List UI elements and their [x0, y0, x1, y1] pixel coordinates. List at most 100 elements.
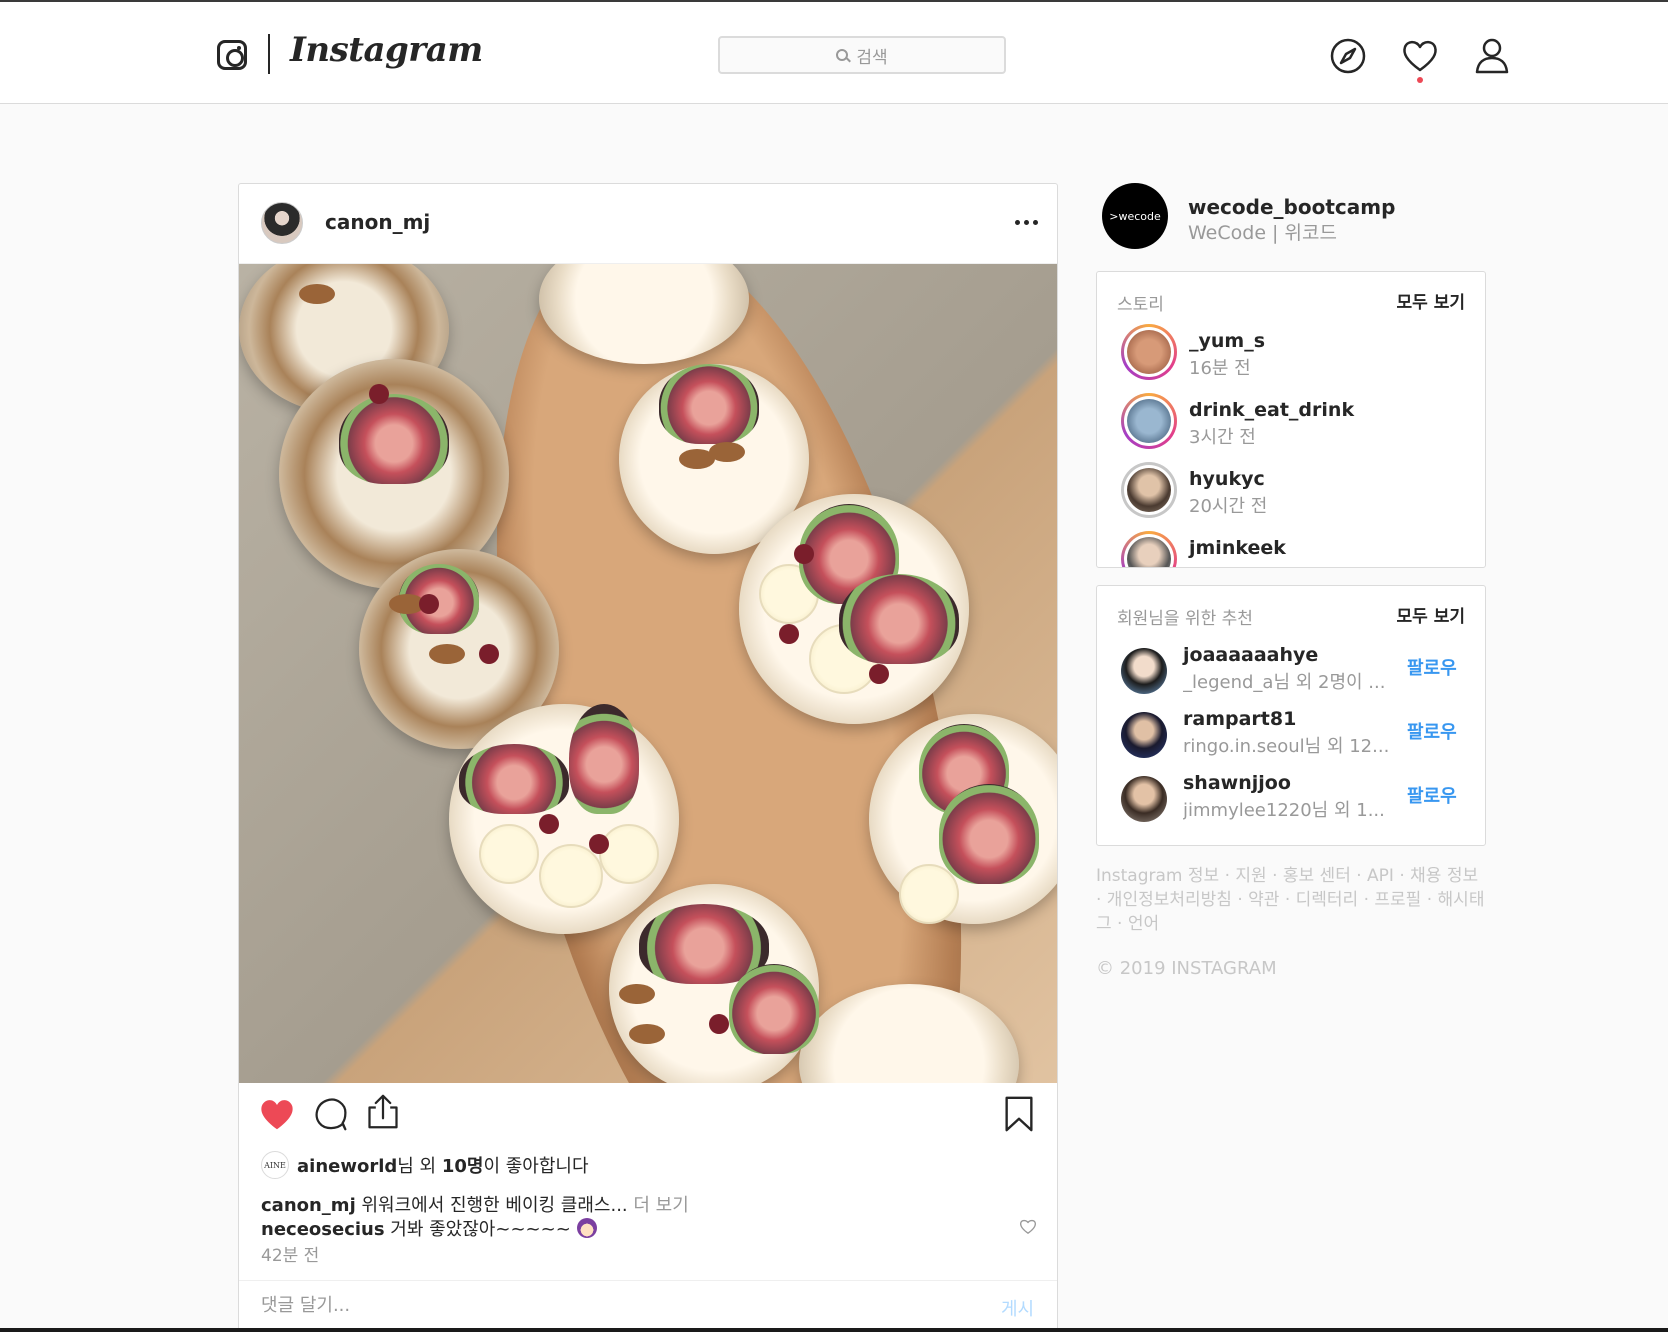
suggestions-view-all[interactable]: 모두 보기	[1397, 602, 1465, 627]
story-username: _yum_s	[1189, 330, 1266, 352]
comment-item: neceosecius 거봐 좋았잖아~~~~~	[261, 1215, 597, 1241]
caption-text: 위워크에서 진행한 베이킹 클래스...	[355, 1195, 628, 1216]
almond	[429, 644, 465, 664]
fig-slice	[939, 784, 1039, 884]
comment-text: 거봐 좋았잖아~~~~~	[384, 1219, 571, 1240]
fig-slice	[569, 704, 639, 814]
suggestion-avatar[interactable]	[1121, 648, 1167, 694]
fig-slice	[459, 744, 569, 814]
cranberry	[779, 624, 799, 644]
likes-text-a: 님 외	[397, 1156, 442, 1177]
cranberry	[794, 544, 814, 564]
post-author-avatar[interactable]	[261, 202, 303, 244]
almond	[709, 442, 745, 462]
top-navbar: Instagram 검색	[0, 2, 1668, 104]
story-item[interactable]: jminkeek	[1121, 531, 1461, 567]
story-ring	[1121, 531, 1177, 567]
almond	[299, 284, 335, 304]
heart-activity-icon[interactable]	[1400, 36, 1440, 76]
caption-more-link[interactable]: 더 보기	[628, 1195, 688, 1216]
banana-slice	[479, 824, 539, 884]
instagram-wordmark[interactable]: Instagram	[290, 30, 483, 70]
comment-icon[interactable]	[313, 1097, 349, 1131]
story-avatar	[1127, 330, 1171, 374]
add-comment-bar: 게시	[239, 1280, 1057, 1331]
suggestions-panel: 회원님을 위한 추천 모두 보기 joaaaaaahye _legend_a님 …	[1096, 585, 1486, 846]
compass-icon[interactable]	[1328, 36, 1368, 76]
suggestion-avatar[interactable]	[1121, 712, 1167, 758]
story-avatar	[1127, 468, 1171, 512]
search-placeholder: 검색	[856, 47, 888, 68]
post-timestamp[interactable]: 42분 전	[261, 1241, 319, 1266]
suggestion-username[interactable]: joaaaaaahye	[1183, 644, 1318, 666]
post-actions: AINE aineworld님 외 10명이 좋아합니다 canon_mj 위워…	[239, 1083, 1057, 1331]
suggestion-item: joaaaaaahye _legend_a님 외 2명이 ... 팔로우	[1121, 642, 1471, 698]
follow-button[interactable]: 팔로우	[1407, 654, 1457, 680]
post-header: canon_mj	[239, 184, 1057, 264]
comment-like-heart-icon[interactable]	[1019, 1219, 1037, 1235]
notification-dot	[1417, 77, 1423, 83]
cranberry	[869, 664, 889, 684]
suggestion-username[interactable]: rampart81	[1183, 708, 1296, 730]
footer-links[interactable]: Instagram 정보 · 지원 · 홍보 센터 · API · 채용 정보 …	[1096, 864, 1486, 936]
cranberry	[369, 384, 389, 404]
post-caption: canon_mj 위워크에서 진행한 베이킹 클래스... 더 보기	[261, 1191, 689, 1217]
fig-slice	[339, 394, 449, 484]
suggestion-item: rampart81 ringo.in.seoul님 외 12... 팔로우	[1121, 706, 1471, 762]
story-username: hyukyc	[1189, 468, 1265, 490]
my-username[interactable]: wecode_bootcamp	[1188, 195, 1395, 219]
story-time: 3시간 전	[1189, 427, 1256, 448]
banana-slice	[599, 824, 659, 884]
fig-slice	[659, 364, 759, 444]
search-box[interactable]: 검색	[718, 36, 1006, 74]
copyright: © 2019 INSTAGRAM	[1096, 958, 1277, 979]
likes-text-b: 이 좋아합니다	[483, 1156, 589, 1177]
suggestions-title: 회원님을 위한 추천	[1117, 609, 1253, 629]
story-item[interactable]: drink_eat_drink 3시간 전	[1121, 393, 1461, 457]
liker-username[interactable]: aineworld	[297, 1156, 397, 1177]
almond	[619, 984, 655, 1004]
instagram-camera-icon[interactable]	[217, 40, 247, 70]
bookmark-icon[interactable]	[1003, 1095, 1035, 1133]
suggestion-subtitle: _legend_a님 외 2명이 ...	[1183, 672, 1386, 693]
my-avatar[interactable]: >wecode	[1102, 183, 1168, 249]
story-item[interactable]: _yum_s 16분 전	[1121, 324, 1461, 388]
post-author-username[interactable]: canon_mj	[325, 210, 430, 234]
window-bottom-border	[0, 1328, 1668, 1332]
share-icon[interactable]	[365, 1093, 401, 1131]
story-ring	[1121, 462, 1177, 518]
suggestion-username[interactable]: shawnjjoo	[1183, 772, 1291, 794]
ellipsis-icon[interactable]	[1015, 220, 1038, 225]
cranberry	[419, 594, 439, 614]
likes-count[interactable]: 10명	[442, 1156, 484, 1177]
cranberry	[539, 814, 559, 834]
story-item[interactable]: hyukyc 20시간 전	[1121, 462, 1461, 526]
story-time: 16분 전	[1189, 358, 1251, 379]
profile-icon[interactable]	[1472, 36, 1512, 76]
almond	[629, 1024, 665, 1044]
caption-username[interactable]: canon_mj	[261, 1195, 356, 1216]
search-input[interactable]: 검색	[720, 38, 1004, 72]
stories-title: 스토리	[1117, 295, 1164, 315]
cranberry	[709, 1014, 729, 1034]
story-username: jminkeek	[1189, 537, 1286, 559]
suggestion-subtitle: jimmylee1220님 외 1...	[1183, 800, 1385, 821]
my-fullname: WeCode | 위코드	[1188, 222, 1337, 244]
comment-username[interactable]: neceosecius	[261, 1219, 385, 1240]
suggestion-subtitle: ringo.in.seoul님 외 12...	[1183, 736, 1390, 757]
comment-input[interactable]	[261, 1295, 921, 1316]
follow-button[interactable]: 팔로우	[1407, 718, 1457, 744]
fig-slice	[729, 964, 819, 1054]
post-comment-button[interactable]: 게시	[1001, 1295, 1034, 1321]
likes-summary[interactable]: AINE aineworld님 외 10명이 좋아합니다	[261, 1151, 589, 1179]
liker-avatar: AINE	[261, 1151, 289, 1179]
heart-filled-icon[interactable]	[259, 1097, 295, 1131]
cranberry	[479, 644, 499, 664]
post-photo[interactable]	[239, 264, 1057, 1083]
follow-button[interactable]: 팔로우	[1407, 782, 1457, 808]
banana-slice	[899, 864, 959, 924]
stories-view-all[interactable]: 모두 보기	[1397, 288, 1465, 313]
suggestion-avatar[interactable]	[1121, 776, 1167, 822]
feed-post: canon_mj AINE aineworld님 외 10명이 좋아합니다 ca…	[238, 183, 1058, 1332]
suggestion-item: shawnjjoo jimmylee1220님 외 1... 팔로우	[1121, 770, 1471, 826]
